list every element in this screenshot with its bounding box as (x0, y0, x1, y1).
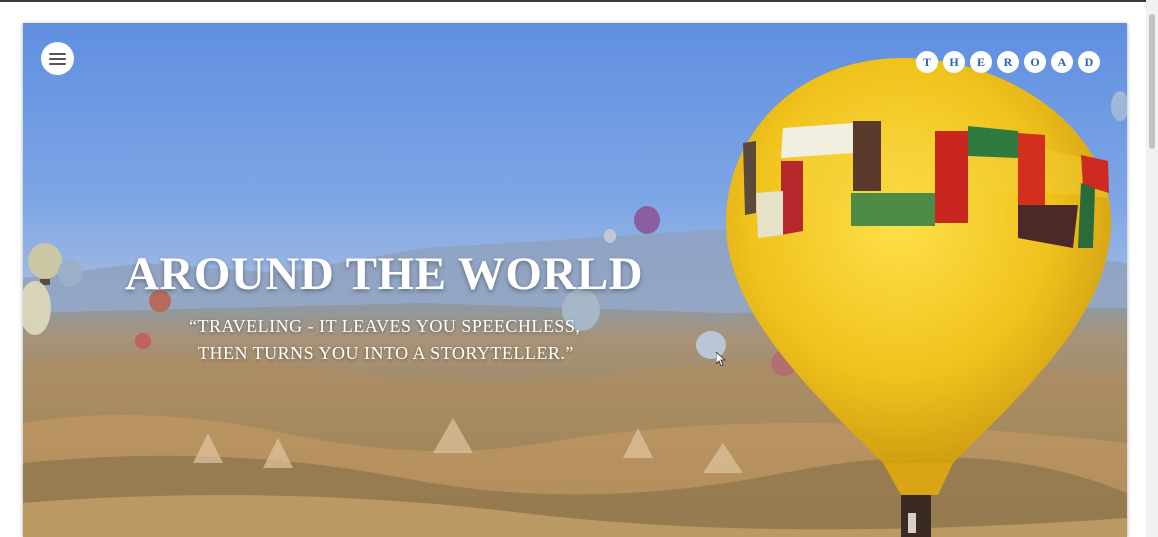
brand-letter: D (1078, 51, 1100, 73)
hero-quote: “TRAVELING - IT LEAVES YOU SPEECHLESS, T… (189, 313, 580, 367)
mouse-cursor-icon (716, 352, 726, 366)
page-scrollbar[interactable] (1146, 0, 1158, 537)
hamburger-line (49, 63, 66, 65)
brand-letter: O (1024, 51, 1046, 73)
hero-title: AROUND THE WORLD (125, 248, 644, 300)
hero-quote-line: THEN TURNS YOU INTO A STORYTELLER.” (198, 343, 574, 363)
brand-letter: H (943, 51, 965, 73)
hero-quote-line: “TRAVELING - IT LEAVES YOU SPEECHLESS, (189, 316, 581, 336)
menu-button[interactable] (41, 42, 74, 75)
brand-letter: E (970, 51, 992, 73)
brand-logo[interactable]: T H E R O A D (916, 51, 1100, 73)
brand-letter: T (916, 51, 938, 73)
scrollbar-thumb[interactable] (1149, 14, 1155, 149)
brand-letter: R (997, 51, 1019, 73)
hamburger-line (49, 58, 66, 60)
brand-letter: A (1051, 51, 1073, 73)
window-top-border (0, 0, 1146, 2)
hamburger-menu-icon (49, 53, 66, 55)
hero-section: T H E R O A D AROUND THE WORLD “TRAVELIN… (23, 23, 1127, 537)
